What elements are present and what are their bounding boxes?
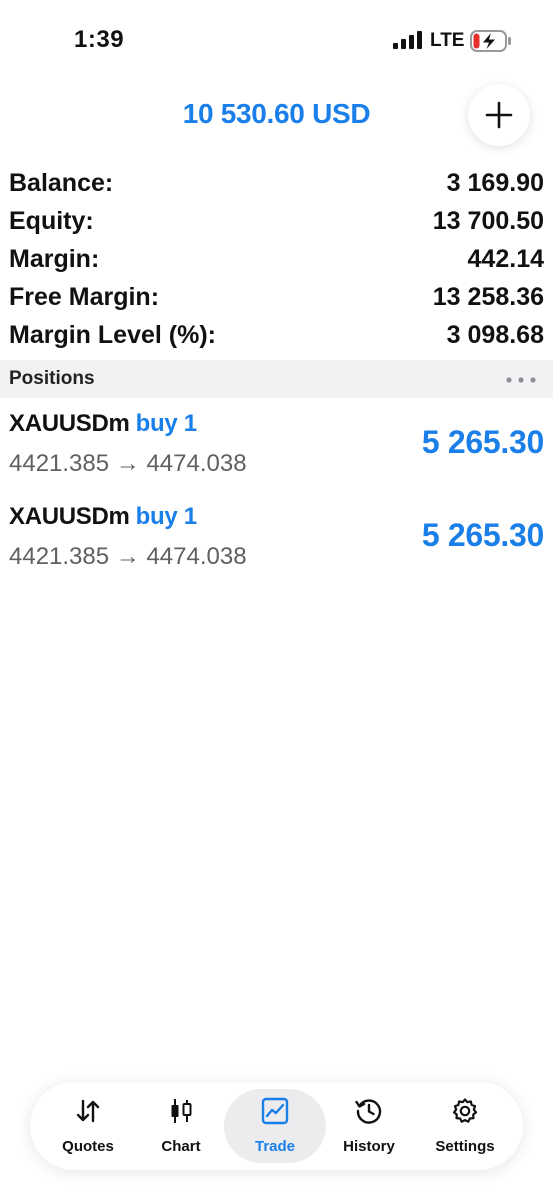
candlestick-icon	[171, 1099, 192, 1123]
free-margin-row: Free Margin: 13 258.36	[0, 280, 553, 318]
balance-label: Balance:	[9, 169, 114, 197]
arrows-updown-icon	[76, 1099, 100, 1123]
account-summary: Balance: 3 169.90 Equity: 13 700.50 Marg…	[0, 166, 553, 356]
equity-label: Equity:	[9, 207, 94, 235]
position-profit: 5 265.30	[421, 517, 544, 553]
position-row[interactable]: XAUUSDm buy 1 4421.385 → 4474.038 5 265.3…	[0, 400, 553, 493]
free-margin-value: 13 258.36	[432, 283, 544, 311]
tab-history[interactable]: History	[318, 1089, 420, 1163]
margin-value: 442.14	[467, 245, 544, 273]
position-symbol-line: XAUUSDm buy 1	[9, 410, 197, 438]
margin-level-row: Margin Level (%): 3 098.68	[0, 318, 553, 356]
add-order-button[interactable]	[468, 84, 530, 146]
status-bar: 1:39 LTE	[0, 0, 553, 84]
margin-level-label: Margin Level (%):	[9, 321, 216, 349]
equity-value: 13 700.50	[432, 207, 544, 235]
equity-row: Equity: 13 700.50	[0, 204, 553, 242]
tab-trade[interactable]: Trade	[224, 1089, 326, 1163]
tab-quotes[interactable]: Quotes	[37, 1089, 139, 1163]
position-prices: 4421.385 → 4474.038	[9, 450, 247, 477]
margin-level-value: 3 098.68	[446, 321, 544, 349]
battery-charging-icon	[470, 30, 511, 52]
tab-history-label: History	[343, 1138, 395, 1155]
position-symbol: XAUUSDm	[9, 503, 130, 530]
position-profit: 5 265.30	[421, 424, 544, 460]
plus-icon	[485, 101, 513, 129]
tab-trade-label: Trade	[254, 1138, 296, 1155]
trade-chart-icon	[261, 1097, 289, 1125]
position-prices: 4421.385 → 4474.038	[9, 543, 247, 570]
position-symbol-line: XAUUSDm buy 1	[9, 503, 197, 531]
position-side: buy 1	[135, 503, 197, 530]
tab-settings[interactable]: Settings	[414, 1089, 516, 1163]
margin-row: Margin: 442.14	[0, 242, 553, 280]
position-row[interactable]: XAUUSDm buy 1 4421.385 → 4474.038 5 265.3…	[0, 493, 553, 586]
header: 10 530.60 USD	[0, 84, 553, 154]
status-time: 1:39	[74, 26, 125, 53]
gear-icon	[452, 1098, 478, 1123]
more-horizontal-icon[interactable]	[506, 377, 536, 383]
position-symbol: XAUUSDm	[9, 410, 130, 437]
network-label: LTE	[430, 30, 465, 51]
balance-value: 3 169.90	[446, 169, 544, 197]
position-side: buy 1	[135, 410, 197, 437]
history-clock-icon	[355, 1099, 382, 1124]
positions-section-header: Positions	[0, 360, 553, 398]
cellular-signal-icon	[393, 31, 422, 49]
tab-chart[interactable]: Chart	[130, 1089, 232, 1163]
balance-row: Balance: 3 169.90	[0, 166, 553, 204]
bottom-tab-bar: Quotes Chart Trade History Settings	[30, 1082, 523, 1170]
tab-settings-label: Settings	[435, 1138, 495, 1155]
tab-chart-label: Chart	[161, 1138, 201, 1155]
margin-label: Margin:	[9, 245, 100, 273]
positions-title: Positions	[9, 368, 95, 389]
tab-quotes-label: Quotes	[62, 1138, 114, 1155]
free-margin-label: Free Margin:	[9, 283, 160, 311]
positions-list: XAUUSDm buy 1 4421.385 → 4474.038 5 265.3…	[0, 400, 553, 586]
